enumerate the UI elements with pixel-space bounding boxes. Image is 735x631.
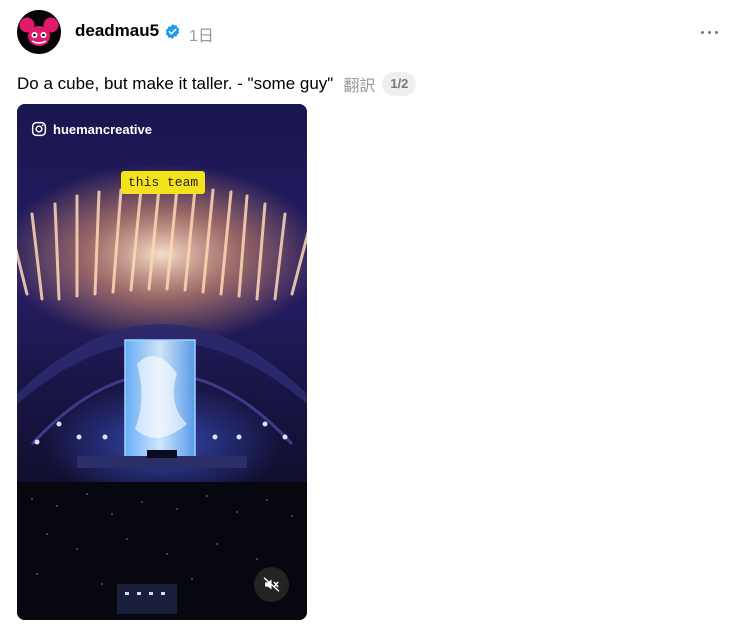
instagram-watermark: huemancreative — [31, 121, 152, 137]
username[interactable]: deadmau5 — [75, 21, 159, 41]
media-pager-badge: 1/2 — [382, 72, 417, 96]
video-text-tag: this team — [121, 171, 206, 194]
video-player[interactable]: huemancreative this team — [17, 104, 307, 620]
caption-row: Do a cube, but make it taller. - "some g… — [17, 72, 417, 96]
verified-badge-icon — [165, 24, 180, 39]
translate-button[interactable]: 翻訳 — [343, 72, 375, 96]
timestamp: 1日 — [189, 28, 214, 45]
post-header: deadmau5 1日 — [17, 10, 727, 54]
avatar[interactable] — [17, 10, 61, 54]
mute-toggle-button[interactable] — [254, 567, 289, 602]
more-options-icon[interactable] — [697, 19, 723, 45]
instagram-handle: huemancreative — [53, 121, 152, 137]
instagram-icon — [31, 121, 47, 137]
post-caption: Do a cube, but make it taller. - "some g… — [17, 74, 334, 93]
muted-speaker-icon — [263, 577, 280, 592]
